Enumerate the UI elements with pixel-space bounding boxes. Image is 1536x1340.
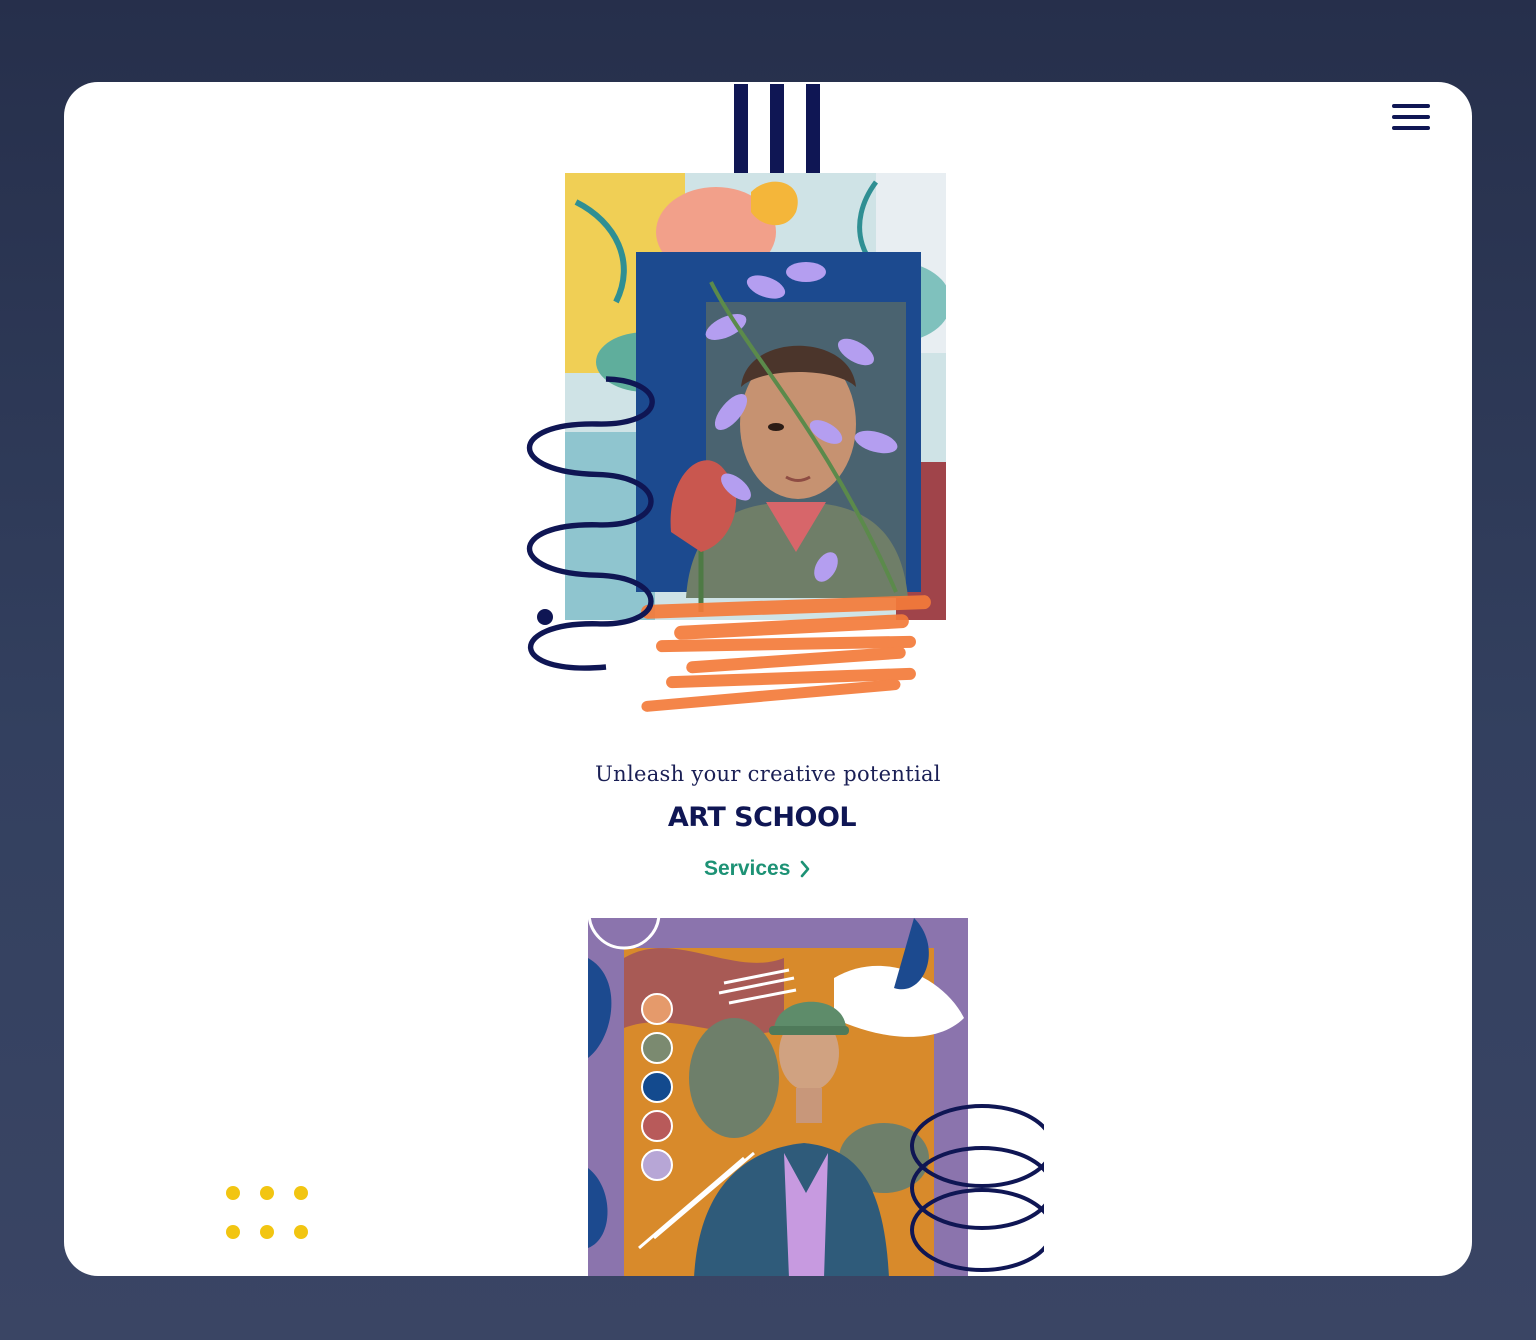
main-card: Unleash your creative potential ART SCHO…	[64, 82, 1472, 1276]
tagline: Unleash your creative potential	[595, 762, 941, 786]
logo[interactable]	[734, 84, 822, 174]
services-link[interactable]: Services	[704, 854, 810, 884]
hamburger-menu-icon[interactable]	[1390, 102, 1432, 132]
page-title: ART SCHOOL	[667, 802, 857, 833]
hero-collage-image	[496, 172, 946, 732]
decorative-dots	[222, 1182, 312, 1242]
services-label: Services	[704, 857, 791, 880]
student-collage-image	[584, 918, 1044, 1276]
chevron-right-icon	[801, 860, 810, 878]
